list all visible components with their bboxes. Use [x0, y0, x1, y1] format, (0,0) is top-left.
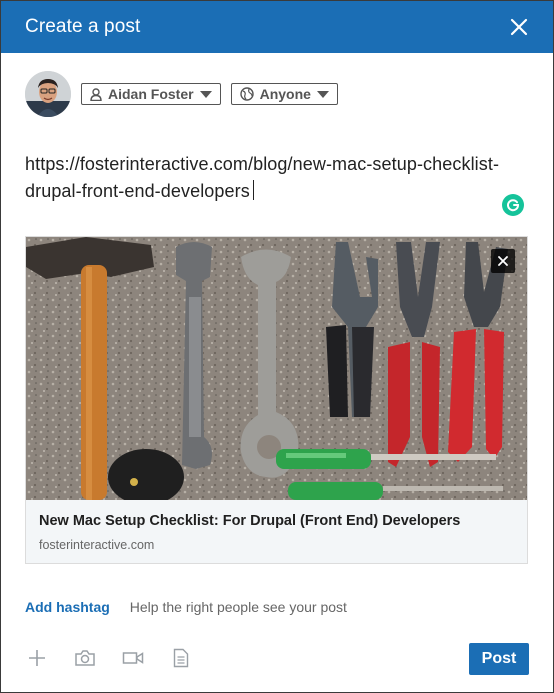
- tools-photo: [26, 237, 527, 500]
- plus-icon[interactable]: [25, 646, 49, 670]
- avatar: [25, 71, 71, 117]
- remove-preview-button[interactable]: [491, 249, 515, 273]
- person-icon: [90, 87, 102, 101]
- dialog-title: Create a post: [25, 16, 141, 37]
- post-toolbar: [25, 646, 217, 670]
- chevron-down-icon: [316, 90, 329, 98]
- camera-icon[interactable]: [73, 646, 97, 670]
- author-select[interactable]: Aidan Foster: [81, 83, 221, 105]
- author-name: Aidan Foster: [108, 86, 194, 102]
- preview-title: New Mac Setup Checklist: For Drupal (Fro…: [39, 513, 461, 529]
- video-icon[interactable]: [121, 646, 145, 670]
- post-text-line: https://fosterinteractive.com/blog/new-m…: [25, 154, 500, 174]
- grammarly-icon[interactable]: [502, 194, 524, 216]
- document-icon[interactable]: [169, 646, 193, 670]
- preview-meta: New Mac Setup Checklist: For Drupal (Fro…: [26, 500, 527, 563]
- link-preview-card[interactable]: New Mac Setup Checklist: For Drupal (Fro…: [25, 236, 528, 564]
- author-row: Aidan Foster Anyone: [25, 71, 338, 117]
- post-text-area[interactable]: https://fosterinteractive.com/blog/new-m…: [25, 151, 525, 205]
- preview-domain: fosterinteractive.com: [39, 538, 155, 552]
- text-cursor: [252, 180, 254, 200]
- dialog-header: Create a post: [1, 1, 553, 53]
- post-text-line-2: drupal-front-end-developers: [25, 178, 525, 205]
- add-hashtag-link[interactable]: Add hashtag: [25, 599, 110, 615]
- post-button[interactable]: Post: [469, 643, 529, 675]
- globe-icon: [239, 87, 254, 101]
- post-text-line: drupal-front-end-developers: [25, 181, 250, 201]
- chevron-down-icon: [199, 90, 212, 98]
- visibility-select[interactable]: Anyone: [230, 83, 338, 105]
- hashtag-help-text: Help the right people see your post: [129, 599, 347, 615]
- create-post-dialog: Create a post Aidan Foster Anyone https:…: [0, 0, 554, 693]
- close-icon[interactable]: [509, 17, 529, 37]
- visibility-label: Anyone: [259, 86, 311, 102]
- hashtag-row: Add hashtag Help the right people see yo…: [25, 599, 347, 615]
- close-icon: [498, 256, 508, 266]
